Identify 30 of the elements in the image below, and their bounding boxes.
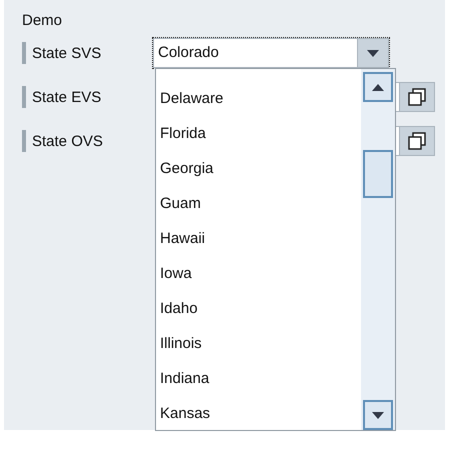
scroll-down-button[interactable] xyxy=(363,400,393,430)
group-title: Demo xyxy=(22,12,64,31)
field-label: State OVS xyxy=(32,132,103,150)
state-combobox[interactable]: Colorado xyxy=(153,38,389,68)
down-arrow-icon xyxy=(372,412,384,418)
value-help-button[interactable] xyxy=(399,127,434,155)
copy-icon xyxy=(408,88,426,106)
up-arrow-icon xyxy=(372,84,384,90)
list-option[interactable]: Idaho xyxy=(160,300,198,317)
dropdown-button[interactable] xyxy=(357,39,388,67)
field-label: State SVS xyxy=(32,44,102,62)
list-option[interactable]: Indiana xyxy=(160,370,210,387)
scroll-thumb[interactable] xyxy=(363,150,393,198)
list-option[interactable]: Guam xyxy=(160,195,201,212)
scroll-up-button[interactable] xyxy=(363,72,393,102)
value-help-button[interactable] xyxy=(399,83,434,111)
required-bar xyxy=(22,86,26,108)
list-option[interactable]: Kansas xyxy=(160,405,210,422)
required-bar xyxy=(22,130,26,152)
list-option[interactable]: Illinois xyxy=(160,335,202,352)
list-option[interactable]: Georgia xyxy=(160,160,214,177)
list-option[interactable]: Iowa xyxy=(160,265,192,282)
required-bar xyxy=(22,42,26,64)
caret-icon xyxy=(367,50,379,56)
list-option[interactable]: Delaware xyxy=(160,90,224,107)
copy-icon xyxy=(408,132,426,150)
field-label: State EVS xyxy=(32,88,102,106)
combobox-value: Colorado xyxy=(157,43,220,63)
list-option[interactable]: Florida xyxy=(160,125,206,142)
list-option[interactable]: Hawaii xyxy=(160,230,206,247)
